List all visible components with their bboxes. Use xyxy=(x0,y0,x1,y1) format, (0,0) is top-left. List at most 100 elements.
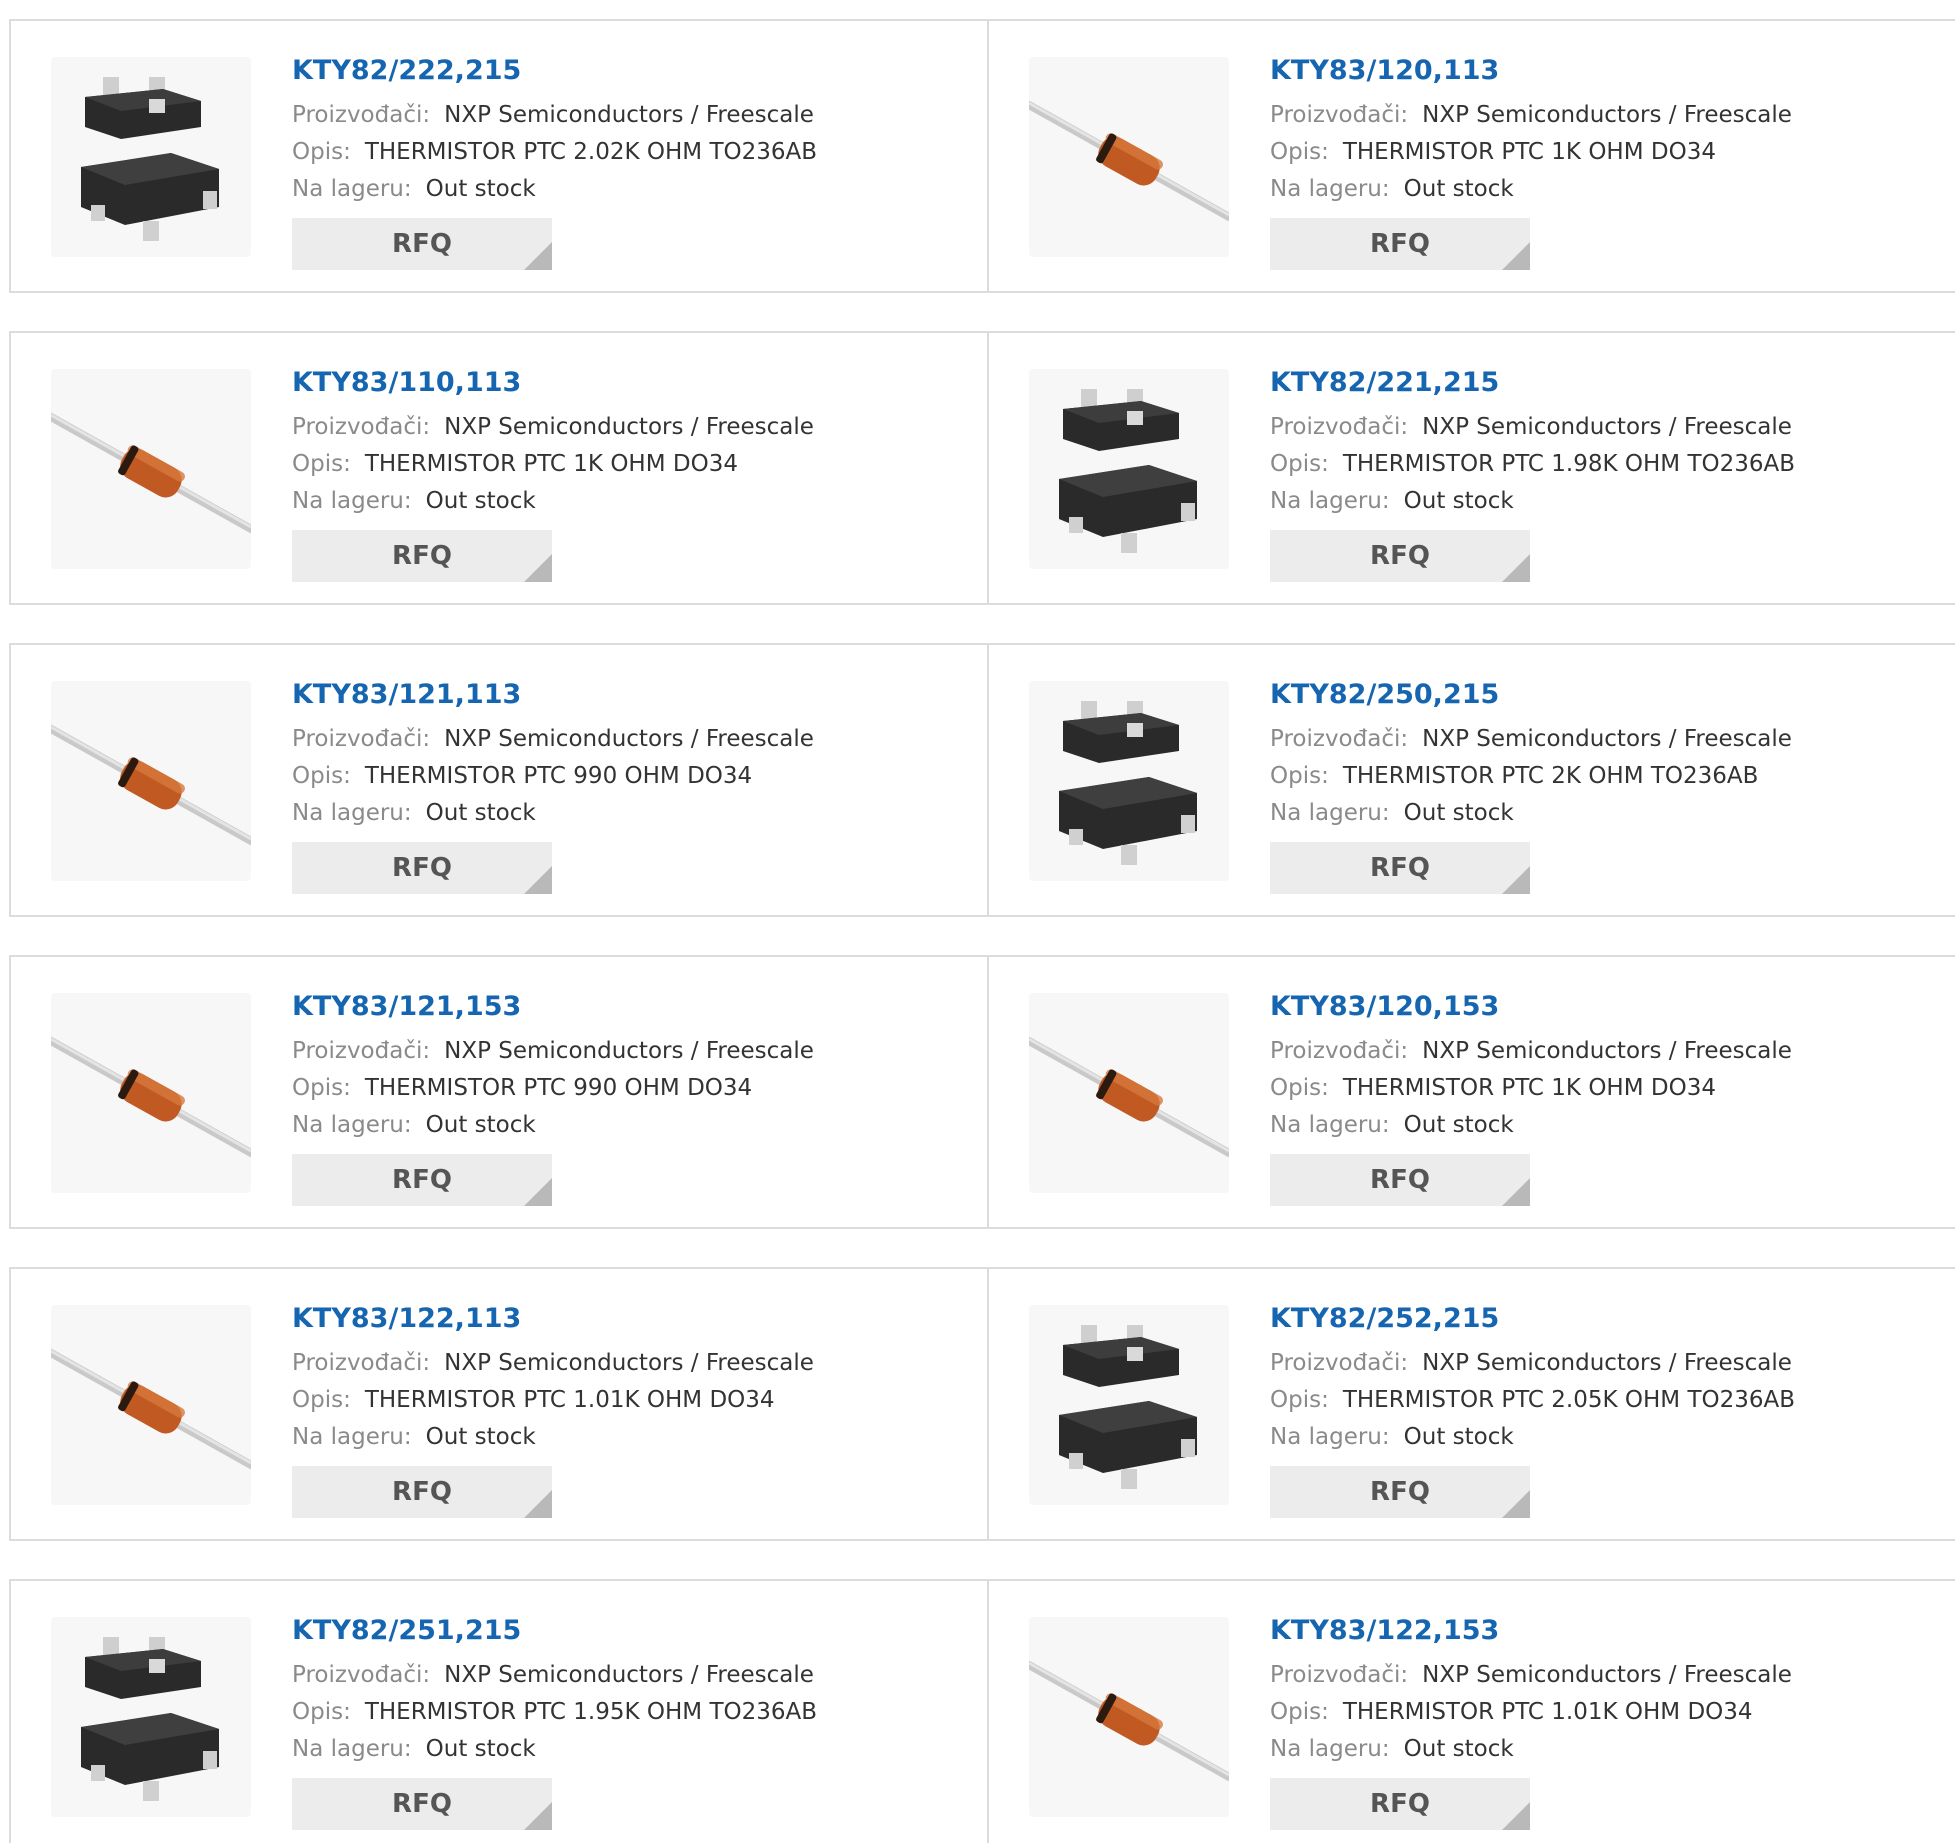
product-info: KTY82/250,215 Proizvođači: NXP Semiconduct… xyxy=(1270,675,1945,894)
stock-value: Out stock xyxy=(425,176,536,202)
manufacturer-value: NXP Semiconductors / Freescale xyxy=(444,414,814,440)
rfq-button[interactable]: RFQ xyxy=(1270,530,1530,582)
part-number-link[interactable]: KTY82/250,215 xyxy=(1270,675,1945,715)
product-card: KTY82/250,215 Proizvođači: NXP Semiconduct… xyxy=(987,645,1955,915)
stock-value: Out stock xyxy=(1403,1736,1514,1762)
description-label: Opis: xyxy=(292,1075,351,1101)
rfq-button[interactable]: RFQ xyxy=(1270,1466,1530,1518)
part-number-link[interactable]: KTY83/120,153 xyxy=(1270,987,1945,1027)
product-card: KTY83/122,113 Proizvođači: NXP Semiconduct… xyxy=(9,1269,987,1539)
description-value: THERMISTOR PTC 1K OHM DO34 xyxy=(1342,139,1716,165)
product-image[interactable] xyxy=(51,681,251,881)
manufacturer-line: Proizvođači: NXP Semiconductors / Freesca… xyxy=(1270,721,1945,758)
product-image[interactable] xyxy=(1029,57,1229,257)
manufacturer-value: NXP Semiconductors / Freescale xyxy=(444,1350,814,1376)
rfq-button[interactable]: RFQ xyxy=(292,842,552,894)
manufacturer-label: Proizvođači: xyxy=(1270,414,1409,440)
stock-line: Na lageru: Out stock xyxy=(292,483,977,520)
description-line: Opis: THERMISTOR PTC 1K OHM DO34 xyxy=(1270,134,1945,171)
product-info: KTY83/121,113 Proizvođači: NXP Semiconduct… xyxy=(292,675,977,894)
part-number-link[interactable]: KTY83/121,113 xyxy=(292,675,977,715)
corner-triangle-icon xyxy=(524,1802,552,1830)
rfq-button[interactable]: RFQ xyxy=(292,1778,552,1830)
stock-line: Na lageru: Out stock xyxy=(1270,483,1945,520)
product-card: KTY82/222,215 Proizvođači: NXP Semiconduct… xyxy=(9,21,987,291)
product-info: KTY83/120,153 Proizvođači: NXP Semiconduct… xyxy=(1270,987,1945,1206)
product-image[interactable] xyxy=(51,1305,251,1505)
rfq-label: RFQ xyxy=(1370,1165,1430,1195)
part-number-link[interactable]: KTY83/122,153 xyxy=(1270,1611,1945,1651)
product-info: KTY82/252,215 Proizvođači: NXP Semiconduct… xyxy=(1270,1299,1945,1518)
product-image[interactable] xyxy=(51,57,251,257)
manufacturer-line: Proizvođači: NXP Semiconductors / Freesca… xyxy=(292,1033,977,1070)
product-card: KTY83/121,113 Proizvođači: NXP Semiconduct… xyxy=(9,645,987,915)
axial-diode-icon xyxy=(51,993,251,1193)
part-number-link[interactable]: KTY83/121,153 xyxy=(292,987,977,1027)
product-card: KTY83/120,113 Proizvođači: NXP Semiconduct… xyxy=(987,21,1955,291)
product-image[interactable] xyxy=(51,1617,251,1817)
rfq-button[interactable]: RFQ xyxy=(1270,842,1530,894)
rfq-button[interactable]: RFQ xyxy=(1270,1154,1530,1206)
description-label: Opis: xyxy=(292,1699,351,1725)
corner-triangle-icon xyxy=(1502,1490,1530,1518)
rfq-button[interactable]: RFQ xyxy=(292,530,552,582)
manufacturer-label: Proizvođači: xyxy=(292,1038,431,1064)
product-image[interactable] xyxy=(1029,1305,1229,1505)
rfq-button[interactable]: RFQ xyxy=(1270,1778,1530,1830)
product-info: KTY83/122,153 Proizvođači: NXP Semiconduct… xyxy=(1270,1611,1945,1830)
rfq-button[interactable]: RFQ xyxy=(292,1466,552,1518)
stock-value: Out stock xyxy=(1403,176,1514,202)
description-line: Opis: THERMISTOR PTC 1.98K OHM TO236AB xyxy=(1270,446,1945,483)
stock-value: Out stock xyxy=(425,1112,536,1138)
sot23-chip-icon xyxy=(51,57,251,257)
part-number-link[interactable]: KTY82/251,215 xyxy=(292,1611,977,1651)
stock-value: Out stock xyxy=(425,800,536,826)
part-number-link[interactable]: KTY83/110,113 xyxy=(292,363,977,403)
description-value: THERMISTOR PTC 1.01K OHM DO34 xyxy=(364,1387,775,1413)
corner-triangle-icon xyxy=(1502,1802,1530,1830)
description-line: Opis: THERMISTOR PTC 2.05K OHM TO236AB xyxy=(1270,1382,1945,1419)
rfq-label: RFQ xyxy=(1370,1477,1430,1507)
product-image[interactable] xyxy=(1029,681,1229,881)
manufacturer-label: Proizvođači: xyxy=(292,726,431,752)
part-number-link[interactable]: KTY82/221,215 xyxy=(1270,363,1945,403)
rfq-button[interactable]: RFQ xyxy=(292,218,552,270)
description-line: Opis: THERMISTOR PTC 1.01K OHM DO34 xyxy=(1270,1694,1945,1731)
description-value: THERMISTOR PTC 1K OHM DO34 xyxy=(1342,1075,1716,1101)
description-label: Opis: xyxy=(1270,451,1329,477)
product-image[interactable] xyxy=(1029,993,1229,1193)
manufacturer-label: Proizvođači: xyxy=(292,1662,431,1688)
manufacturer-value: NXP Semiconductors / Freescale xyxy=(1422,1662,1792,1688)
manufacturer-label: Proizvođači: xyxy=(1270,1350,1409,1376)
manufacturer-value: NXP Semiconductors / Freescale xyxy=(444,726,814,752)
stock-value: Out stock xyxy=(1403,800,1514,826)
sot23-chip-icon xyxy=(1029,1305,1229,1505)
description-label: Opis: xyxy=(1270,1699,1329,1725)
rfq-label: RFQ xyxy=(392,1165,452,1195)
rfq-button[interactable]: RFQ xyxy=(292,1154,552,1206)
part-number-link[interactable]: KTY82/222,215 xyxy=(292,51,977,91)
description-line: Opis: THERMISTOR PTC 2K OHM TO236AB xyxy=(1270,758,1945,795)
part-number-link[interactable]: KTY83/120,113 xyxy=(1270,51,1945,91)
axial-diode-icon xyxy=(1029,1617,1229,1817)
part-number-link[interactable]: KTY83/122,113 xyxy=(292,1299,977,1339)
stock-label: Na lageru: xyxy=(1270,800,1390,826)
axial-diode-icon xyxy=(51,681,251,881)
rfq-button[interactable]: RFQ xyxy=(1270,218,1530,270)
description-label: Opis: xyxy=(1270,139,1329,165)
stock-label: Na lageru: xyxy=(1270,488,1390,514)
product-grid: KTY82/222,215 Proizvođači: NXP Semiconduct… xyxy=(0,0,1955,1843)
description-line: Opis: THERMISTOR PTC 1.01K OHM DO34 xyxy=(292,1382,977,1419)
product-image[interactable] xyxy=(1029,1617,1229,1817)
product-image[interactable] xyxy=(51,369,251,569)
corner-triangle-icon xyxy=(524,866,552,894)
product-image[interactable] xyxy=(51,993,251,1193)
sot23-chip-icon xyxy=(1029,681,1229,881)
product-image[interactable] xyxy=(1029,369,1229,569)
description-label: Opis: xyxy=(1270,1387,1329,1413)
description-value: THERMISTOR PTC 1.01K OHM DO34 xyxy=(1342,1699,1753,1725)
manufacturer-value: NXP Semiconductors / Freescale xyxy=(1422,726,1792,752)
part-number-link[interactable]: KTY82/252,215 xyxy=(1270,1299,1945,1339)
stock-line: Na lageru: Out stock xyxy=(292,795,977,832)
stock-value: Out stock xyxy=(1403,488,1514,514)
